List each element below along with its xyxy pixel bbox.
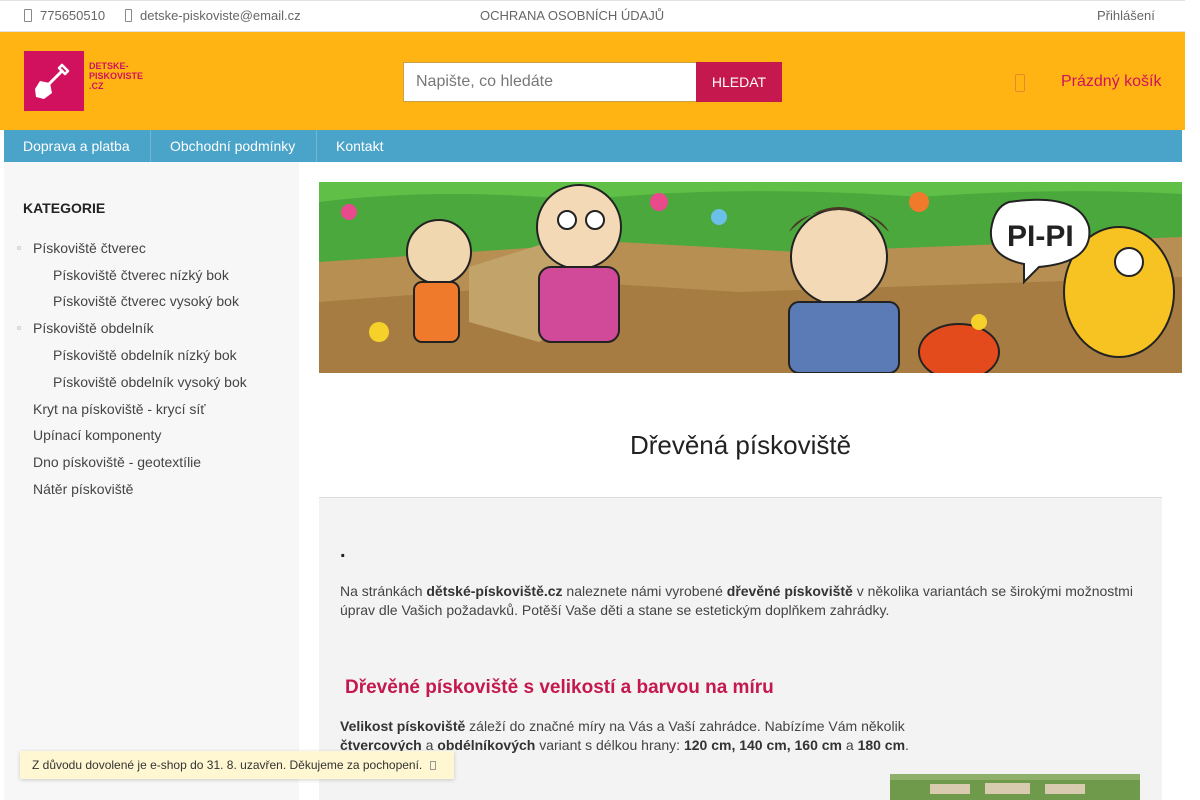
email-address: detske-piskoviste@email.cz xyxy=(140,8,301,23)
logo-text: DETSKE- PISKOVISTE .CZ xyxy=(89,61,144,91)
size-paragraph: Velikost pískoviště záleží do značné mír… xyxy=(340,718,909,753)
category-item[interactable]: Pískoviště obdelník nízký bok xyxy=(53,347,237,363)
email-contact[interactable]: detske-piskoviste@email.cz xyxy=(125,8,301,23)
search-button[interactable]: HLEDAT xyxy=(696,62,782,102)
sidebar-heading: KATEGORIE xyxy=(23,200,106,216)
hero-banner[interactable]: PI-PI xyxy=(319,182,1182,373)
phone-contact[interactable]: 775650510 xyxy=(24,8,105,23)
notice-text: Z důvodu dovolené je e-shop do 31. 8. uz… xyxy=(32,758,423,772)
sandbox-photo-image xyxy=(890,774,1140,800)
content-dot: . xyxy=(340,540,346,562)
site-header: DETSKE- PISKOVISTE .CZ HLEDAT Prázdný ko… xyxy=(0,32,1185,130)
category-item[interactable]: Kryt na pískoviště - krycí síť xyxy=(33,401,206,417)
category-item[interactable]: Pískoviště čtverec vysoký bok xyxy=(53,293,239,309)
top-bar: 775650510 detske-piskoviste@email.cz OCH… xyxy=(0,0,1185,32)
logo[interactable] xyxy=(24,51,84,111)
phone-number: 775650510 xyxy=(40,8,106,23)
nav-item-shipping[interactable]: Doprava a platba xyxy=(4,130,151,162)
category-item[interactable]: Dno pískoviště - geotextílie xyxy=(33,454,201,470)
category-item[interactable]: Pískoviště čtverec nízký bok xyxy=(53,267,229,283)
bullet-icon xyxy=(17,326,21,330)
page-title: Dřevěná pískoviště xyxy=(629,430,852,460)
category-item[interactable]: Upínací komponenty xyxy=(33,427,161,443)
sidebar: KATEGORIE Pískoviště čtverec Pískoviště … xyxy=(4,162,299,800)
cart-link[interactable]: Prázdný košík xyxy=(1061,73,1161,91)
bullet-icon xyxy=(17,246,21,250)
nav-item-terms[interactable]: Obchodní podmínky xyxy=(151,130,317,162)
intro-paragraph: Na stránkách dětské-pískoviště.cz nalezn… xyxy=(340,583,1133,618)
cart-icon[interactable] xyxy=(1015,74,1025,92)
close-icon[interactable] xyxy=(430,761,437,770)
login-link[interactable]: Přihlášení xyxy=(1097,8,1155,23)
search-input[interactable] xyxy=(403,62,697,102)
closure-notice: Z důvodu dovolené je e-shop do 31. 8. uz… xyxy=(20,751,454,779)
section-heading: Dřevěné pískoviště s velikostí a barvou … xyxy=(345,677,774,698)
email-icon xyxy=(125,9,132,22)
banner-illustration: PI-PI xyxy=(319,182,1182,373)
privacy-link[interactable]: OCHRANA OSOBNÍCH ÚDAJŮ xyxy=(480,8,664,23)
category-item[interactable]: Pískoviště obdelník vysoký bok xyxy=(53,374,247,390)
phone-icon xyxy=(24,9,32,22)
category-item[interactable]: Pískoviště čtverec xyxy=(33,240,146,256)
speech-text: PI-PI xyxy=(1007,220,1074,253)
shovel-icon xyxy=(35,63,70,99)
category-item[interactable]: Nátěr pískoviště xyxy=(33,481,133,497)
nav-item-contact[interactable]: Kontakt xyxy=(317,130,403,162)
category-item[interactable]: Pískoviště obdelník xyxy=(33,320,154,336)
main-nav: Doprava a platba Obchodní podmínky Konta… xyxy=(4,130,1182,162)
sandbox-photo[interactable] xyxy=(890,774,1140,800)
